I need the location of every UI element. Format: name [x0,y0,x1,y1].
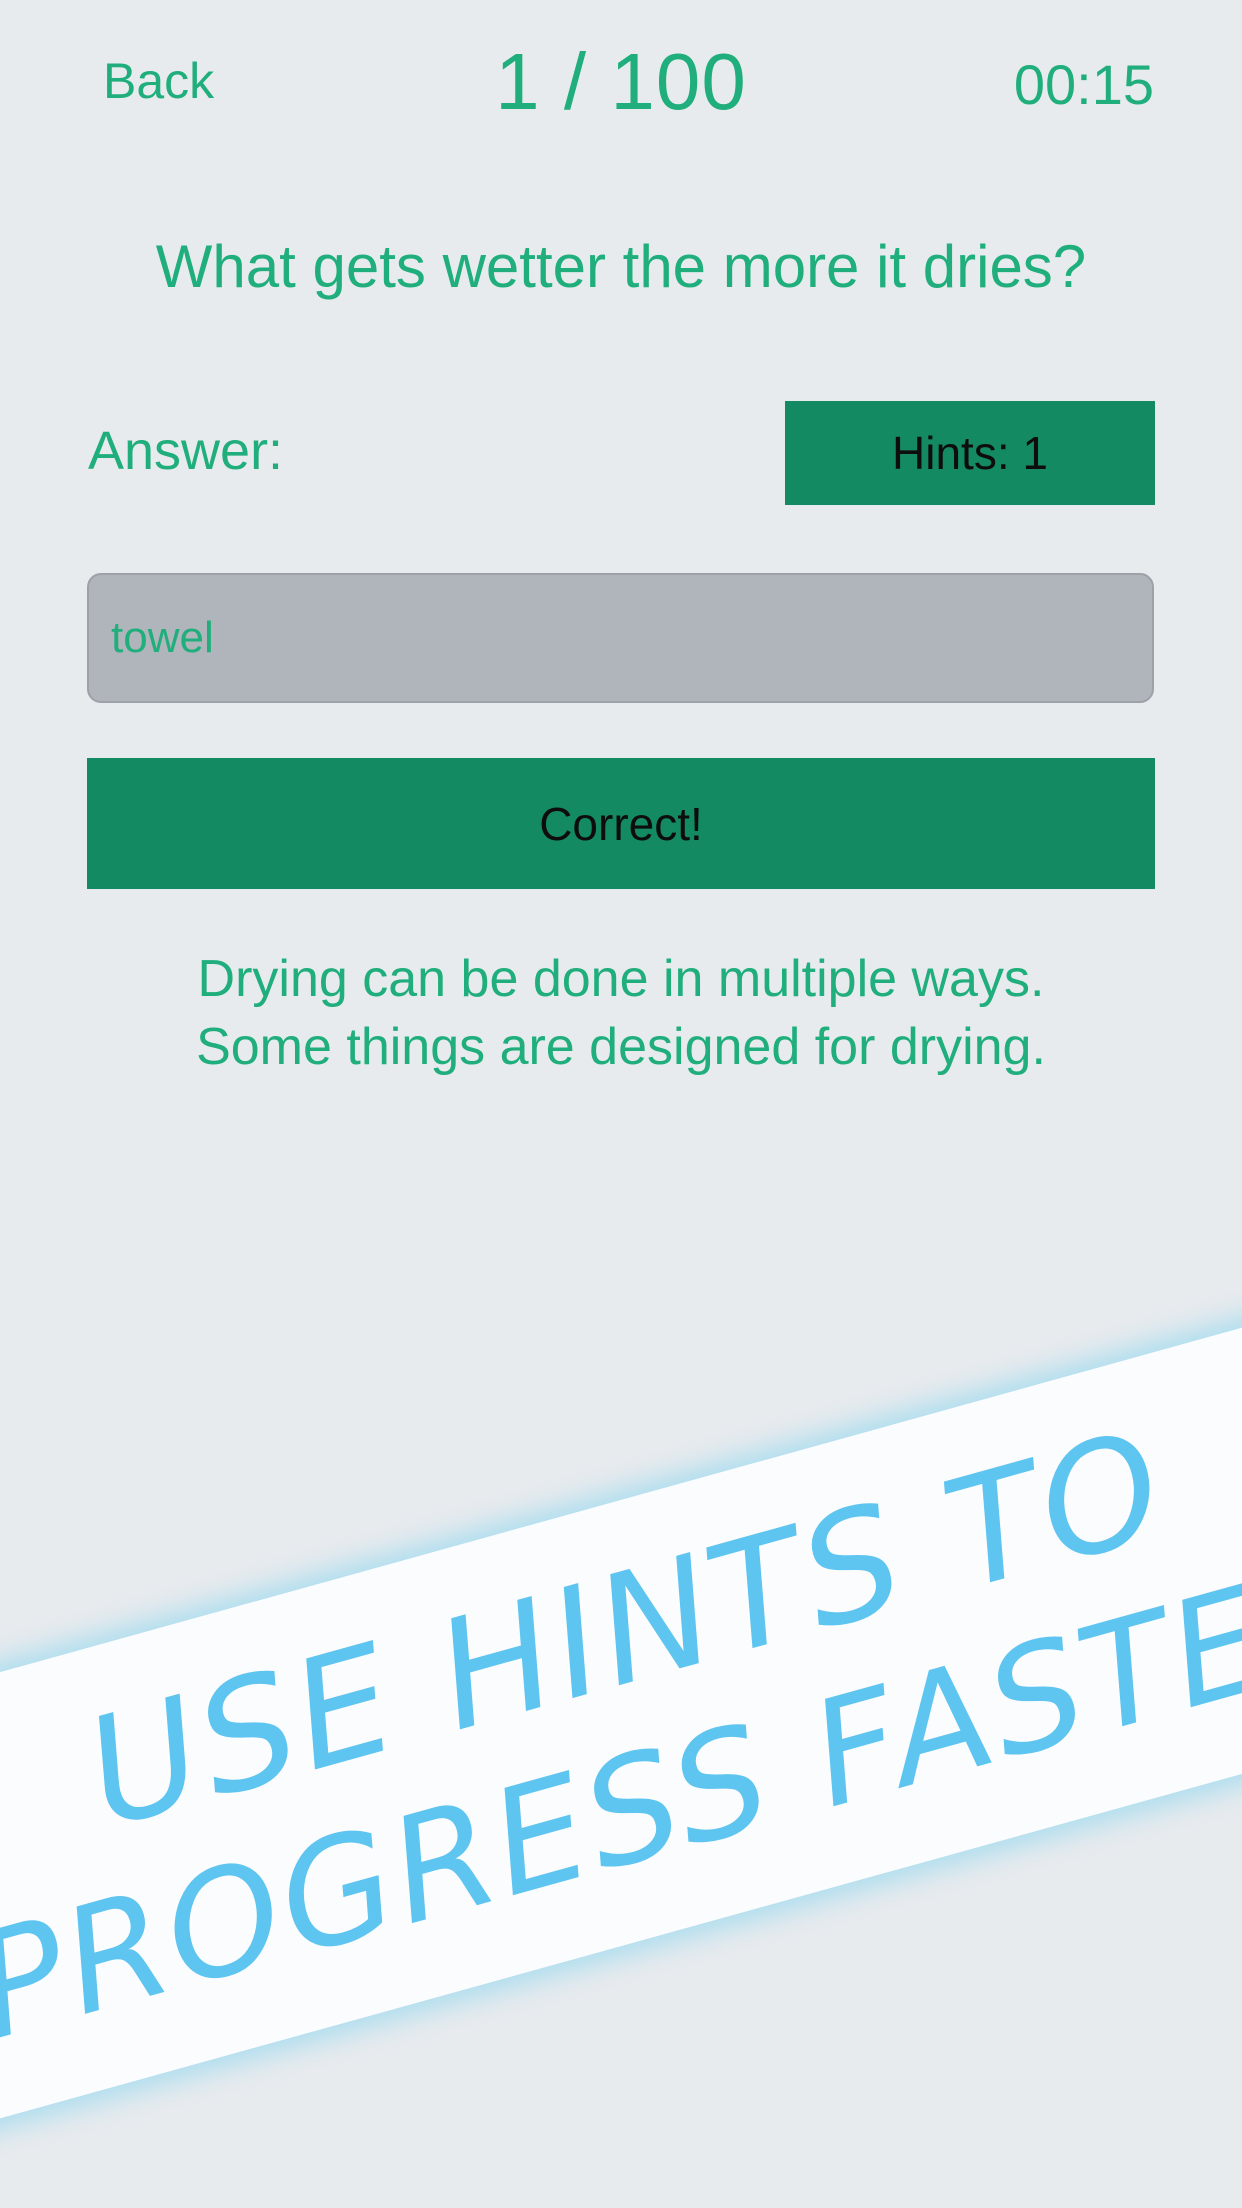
hints-button-label: Hints: 1 [892,427,1048,479]
hint-text: Drying can be done in multiple ways. Som… [0,945,1242,1081]
answer-input[interactable]: towel [87,573,1154,703]
check-answer-button-label: Correct! [539,797,703,850]
hint-line-2: Some things are designed for drying. [196,1018,1046,1076]
question-text: What gets wetter the more it dries? [155,233,1087,300]
hints-button[interactable]: Hints: 1 [785,401,1155,505]
promo-banner: USE HINTS TO PROGRESS FASTER [0,1280,1242,2150]
hint-line-1: Drying can be done in multiple ways. [197,950,1045,1008]
top-bar: Back 1 / 100 00:15 [0,0,1242,170]
check-answer-button[interactable]: Correct! [87,758,1155,889]
timer: 00:15 [1013,53,1154,116]
answer-label: Answer: [88,421,284,481]
answer-input-value: towel [111,613,214,662]
